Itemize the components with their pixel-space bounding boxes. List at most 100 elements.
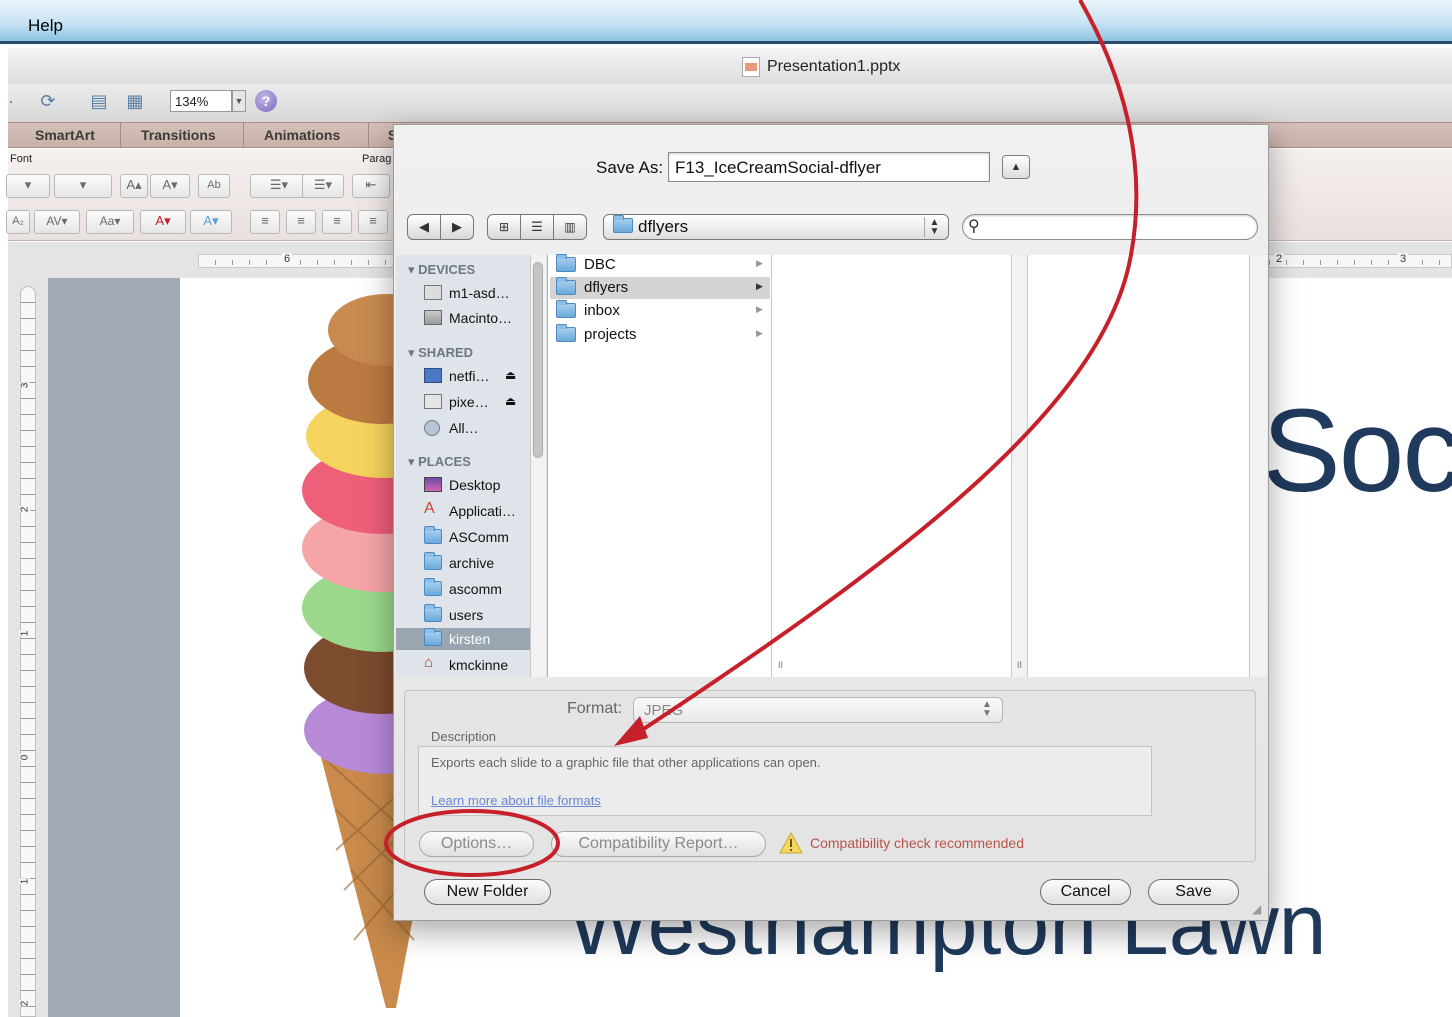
decrease-font-size-button[interactable]: A▾ [150, 174, 190, 198]
font-size-dropdown[interactable]: ▾ [54, 174, 112, 198]
zoom-dropdown-arrow[interactable]: ▼ [232, 90, 246, 112]
disclosure-arrow-icon: ▶ [756, 258, 763, 268]
column-divider[interactable] [1250, 255, 1267, 677]
redo-icon[interactable]: ⟳ [30, 90, 66, 112]
font-color-button[interactable]: A▾ [140, 210, 186, 234]
eject-icon[interactable]: ⏏ [505, 368, 516, 382]
forward-button[interactable]: ▶ [440, 214, 474, 240]
print-icon[interactable]: ▦ [124, 90, 146, 112]
sidebar-item-m1-asd[interactable]: m1-asd… [396, 282, 530, 304]
decrease-indent-button[interactable]: ⇤ [352, 174, 390, 198]
align-right-button[interactable]: ≡ [322, 210, 352, 234]
ruler-label: 2 [1274, 253, 1285, 265]
description-label: Description [431, 729, 497, 744]
numbering-button[interactable]: ☰▾ [302, 174, 344, 198]
folder-icon [424, 552, 442, 570]
hard-drive-icon [424, 310, 442, 325]
compatibility-report-button[interactable]: Compatibility Report… [551, 831, 766, 857]
disclosure-arrow-icon: ▶ [756, 304, 763, 314]
folder-icon [556, 300, 576, 318]
list-item[interactable]: DBC ▶ [550, 254, 770, 276]
document-icon [742, 57, 760, 77]
list-item[interactable]: inbox ▶ [550, 300, 770, 322]
column-view-button[interactable]: ▥ [553, 214, 587, 240]
increase-font-size-button[interactable]: A▴ [120, 174, 148, 198]
popup-arrows-icon: ▲ ▼ [924, 217, 944, 237]
ruler-label: 3 [1398, 253, 1409, 265]
search-icon: ⚲ [968, 218, 980, 235]
paragraph-group-label: Parag [362, 153, 392, 165]
list-view-button[interactable]: ☰ [520, 214, 554, 240]
popup-arrows-icon: ▲ ▼ [982, 699, 992, 719]
eject-icon[interactable]: ⏏ [505, 394, 516, 408]
sidebar-item-users[interactable]: users [396, 604, 530, 626]
column-divider[interactable] [1012, 255, 1028, 677]
bullets-button[interactable]: ☰▾ [250, 174, 308, 198]
ruler-label: 2 [19, 506, 31, 513]
vertical-ruler[interactable] [20, 286, 36, 1017]
tab-separator [243, 122, 244, 148]
column-resize-handle[interactable]: II [1017, 660, 1022, 670]
learn-more-link[interactable]: Learn more about file formats [431, 793, 601, 808]
warning-icon [779, 832, 803, 854]
slide-layout-icon[interactable]: ▤ [88, 90, 110, 112]
window-title: Presentation1.pptx [767, 58, 901, 75]
format-popup[interactable]: JPEG [633, 697, 1003, 723]
ruler-label: 1 [19, 630, 31, 637]
tab-smartart[interactable]: SmartArt [35, 127, 95, 143]
sidebar-item-kirsten[interactable]: kirsten [396, 628, 530, 650]
sidebar-header-places[interactable]: ▾ PLACES [408, 454, 471, 470]
sidebar-item-archive[interactable]: archive [396, 552, 530, 574]
align-left-button[interactable]: ≡ [250, 210, 280, 234]
align-center-button[interactable]: ≡ [286, 210, 316, 234]
desktop-icon [424, 477, 442, 492]
back-button[interactable]: ◀ [407, 214, 441, 240]
text-effects-button[interactable]: A▾ [190, 210, 232, 234]
help-icon[interactable]: ? [255, 90, 277, 112]
sidebar-item-ascomm[interactable]: ASComm [396, 526, 530, 548]
new-folder-button[interactable]: New Folder [424, 879, 551, 905]
slide-title: Soc [1262, 385, 1452, 517]
cancel-button[interactable]: Cancel [1040, 879, 1131, 905]
menu-help[interactable]: Help [28, 16, 63, 36]
disclosure-arrow-icon: ▶ [756, 281, 763, 291]
justify-button[interactable]: ≡ [358, 210, 388, 234]
character-spacing-button[interactable]: AV▾ [34, 210, 80, 234]
sidebar-item-applications[interactable]: A Applicati… [396, 500, 530, 522]
change-case-button[interactable]: Aa▾ [86, 210, 134, 234]
tab-animations[interactable]: Animations [264, 127, 340, 143]
format-label: Format: [567, 700, 623, 717]
applications-icon: A [424, 500, 435, 517]
save-as-field[interactable]: F13_IceCreamSocial-dflyer [668, 152, 990, 182]
sidebar-item-desktop[interactable]: Desktop [396, 474, 530, 496]
subscript-button[interactable]: A₂ [6, 210, 30, 234]
font-name-dropdown[interactable]: ▾ [6, 174, 50, 198]
sidebar-item-all[interactable]: All… [396, 417, 530, 439]
sidebar-item-kmckinne[interactable]: ⌂ kmckinne [396, 654, 530, 676]
undo-dropdown-icon[interactable]: · [4, 90, 18, 112]
clear-formatting-button[interactable]: Ab [198, 174, 230, 198]
collapse-dialog-button[interactable]: ▲ [1002, 155, 1030, 179]
computer-icon [424, 368, 442, 383]
save-button[interactable]: Save [1148, 879, 1239, 905]
sidebar-item-macintosh-hd[interactable]: Macinto… [396, 307, 530, 329]
folder-icon [424, 628, 442, 646]
resize-grip-icon[interactable]: ◢ [1252, 902, 1261, 916]
options-button[interactable]: Options… [419, 831, 534, 857]
icon-view-button[interactable]: ⊞ [487, 214, 521, 240]
list-item[interactable]: projects ▶ [550, 324, 770, 346]
sidebar-header-shared[interactable]: ▾ SHARED [408, 345, 473, 361]
sidebar-item-ascomm-lower[interactable]: ascomm [396, 578, 530, 600]
slide-sidebar-background [48, 278, 180, 1017]
sidebar-header-devices[interactable]: ▾ DEVICES [408, 262, 475, 278]
tab-separator [368, 122, 369, 148]
sidebar-scroll-thumb[interactable] [533, 262, 543, 458]
list-item[interactable]: dflyers ▶ [550, 277, 770, 299]
disk-icon [424, 285, 442, 300]
search-input[interactable] [962, 214, 1258, 240]
font-group-label: Font [10, 153, 33, 165]
column-resize-handle[interactable]: II [778, 660, 783, 670]
tab-transitions[interactable]: Transitions [141, 127, 216, 143]
zoom-field[interactable]: 134% [170, 90, 232, 112]
ruler-label: 0 [19, 754, 31, 761]
